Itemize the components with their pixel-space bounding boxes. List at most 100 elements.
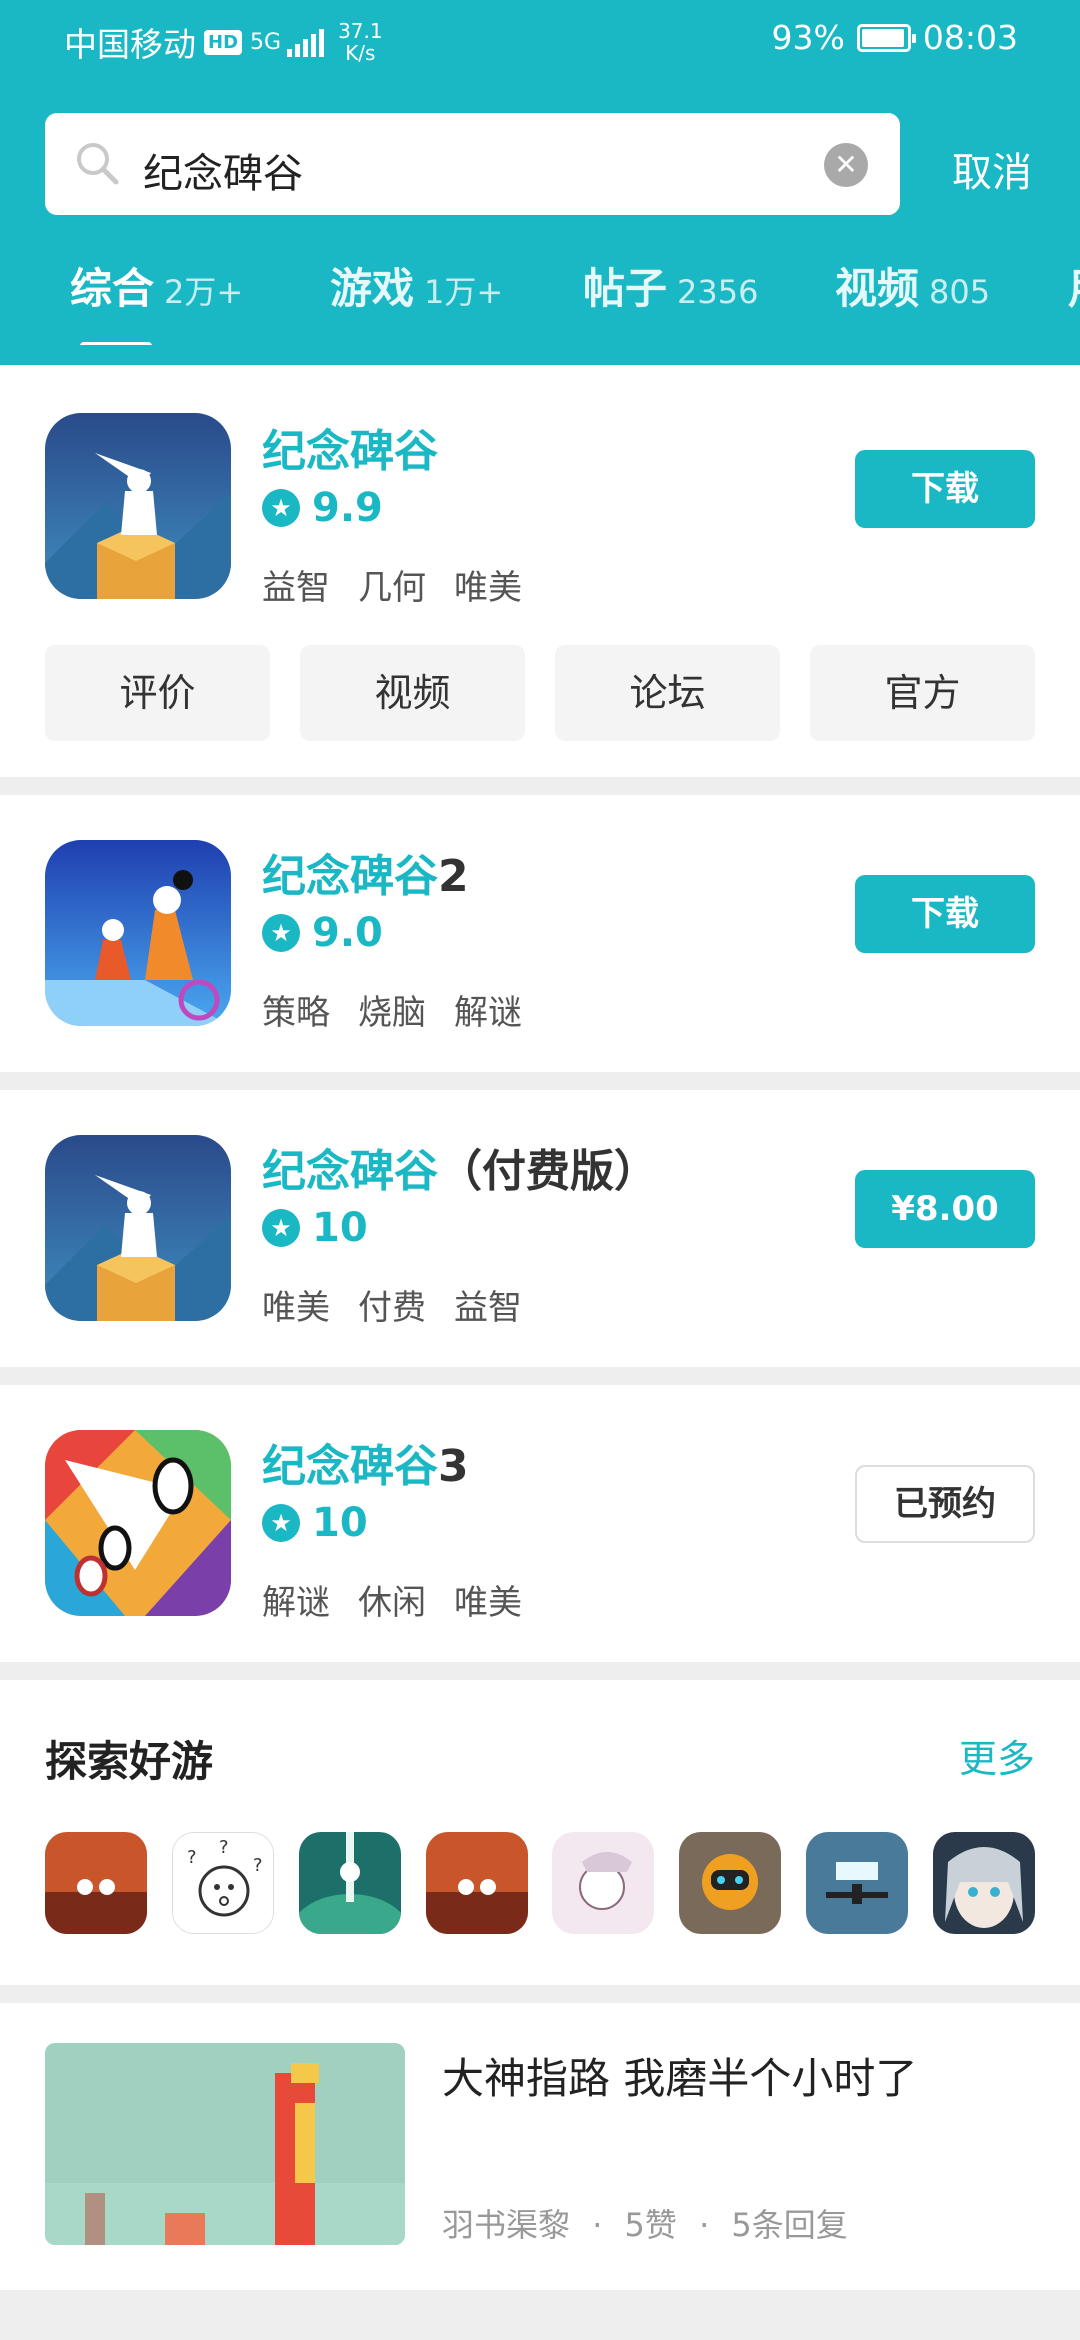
header: 中国移动 HD 5G 37.1 K/s 93% 08:03 纪念碑谷 ✕ 取消 … <box>0 0 1080 365</box>
game-thumb[interactable] <box>298 1832 401 1934</box>
app-title[interactable]: 纪念碑谷（付费版） <box>262 1135 658 1199</box>
explore-title: 探索好游 <box>45 1737 214 1786</box>
game-thumb[interactable] <box>552 1832 655 1934</box>
meta-separator: · <box>592 2206 603 2244</box>
more-link[interactable]: 更多 <box>959 1728 1035 1783</box>
app-title[interactable]: 纪念碑谷 <box>262 415 438 479</box>
app-card[interactable]: 纪念碑谷2 ★ 9.0 策略 烧脑 解谜 下载 <box>0 795 1080 1070</box>
download-button[interactable]: 下载 <box>855 875 1035 953</box>
tab-posts[interactable]: 帖子 2356 <box>583 255 758 316</box>
app-name: 纪念碑谷 <box>262 851 438 902</box>
divider <box>0 1367 1080 1385</box>
clock: 08:03 <box>922 18 1018 57</box>
tag[interactable]: 付费 <box>358 1280 426 1329</box>
reserved-button[interactable]: 已预约 <box>855 1465 1035 1543</box>
quick-link-reviews[interactable]: 评价 <box>45 645 270 741</box>
app-icon[interactable] <box>45 413 231 599</box>
app-rating: ★ 10 <box>262 1500 368 1546</box>
rating-value: 10 <box>312 1205 368 1251</box>
post-image[interactable] <box>45 2043 405 2245</box>
tag[interactable]: 唯美 <box>454 1575 522 1624</box>
status-right: 93% 08:03 <box>772 18 1018 57</box>
app-title[interactable]: 纪念碑谷2 <box>262 840 469 904</box>
app-rating: ★ 10 <box>262 1205 368 1251</box>
game-thumb[interactable] <box>45 1832 147 1934</box>
post-title[interactable]: 大神指路 我磨半个小时了 <box>442 2045 917 2106</box>
rating-value: 9.0 <box>312 910 383 956</box>
tab-count: 2356 <box>677 273 759 311</box>
search-input[interactable]: 纪念碑谷 ✕ <box>45 113 900 215</box>
download-button[interactable]: 下载 <box>855 450 1035 528</box>
explore-game-row: ??? <box>45 1832 1035 1934</box>
post-replies: 5条回复 <box>731 2206 848 2244</box>
app-name: 纪念碑谷 <box>262 426 438 477</box>
app-icon[interactable] <box>45 1430 231 1616</box>
game-thumb[interactable]: ??? <box>171 1832 274 1934</box>
tab-count: 805 <box>929 273 991 311</box>
tag[interactable]: 几何 <box>358 560 426 609</box>
signal-icon <box>287 27 325 57</box>
app-rating: ★ 9.0 <box>262 910 383 956</box>
app-card[interactable]: 纪念碑谷3 ★ 10 解谜 休闲 唯美 已预约 <box>0 1385 1080 1660</box>
tab-users[interactable]: 用 <box>1068 255 1080 316</box>
cancel-button[interactable]: 取消 <box>952 140 1032 198</box>
tag[interactable]: 策略 <box>262 985 330 1034</box>
tag[interactable]: 益智 <box>262 560 330 609</box>
game-thumb[interactable] <box>425 1832 528 1934</box>
divider <box>0 777 1080 795</box>
rating-value: 10 <box>312 1500 368 1546</box>
post-author[interactable]: 羽书渠黎 <box>442 2206 570 2244</box>
app-icon[interactable] <box>45 840 231 1026</box>
app-rating: ★ 9.9 <box>262 485 383 531</box>
network-speed: 37.1 K/s <box>338 20 383 64</box>
tag[interactable]: 解谜 <box>454 985 522 1034</box>
tab-label: 综合 <box>70 264 155 313</box>
divider <box>0 1662 1080 1680</box>
quick-link-forum[interactable]: 论坛 <box>555 645 780 741</box>
buy-button[interactable]: ¥8.00 <box>855 1170 1035 1248</box>
battery-percent: 93% <box>771 18 845 57</box>
clear-icon[interactable]: ✕ <box>824 143 868 187</box>
tag[interactable]: 解谜 <box>262 1575 330 1624</box>
app-tags: 唯美 付费 益智 <box>262 1280 522 1329</box>
active-tab-indicator <box>80 342 152 345</box>
tag[interactable]: 益智 <box>454 1280 522 1329</box>
app-title[interactable]: 纪念碑谷3 <box>262 1430 469 1494</box>
app-card[interactable]: 纪念碑谷（付费版） ★ 10 唯美 付费 益智 ¥8.00 <box>0 1090 1080 1365</box>
app-card[interactable]: 纪念碑谷 ★ 9.9 益智 几何 唯美 下载 评价 视频 论坛 官方 <box>0 365 1080 775</box>
search-query: 纪念碑谷 <box>143 151 303 197</box>
post-meta: 羽书渠黎 · 5赞 · 5条回复 <box>442 2200 848 2246</box>
tab-bar: 综合2万+ 游戏1万+ 帖子2356 视频805 用 <box>0 255 1080 345</box>
tag[interactable]: 休闲 <box>358 1575 426 1624</box>
tab-games[interactable]: 游戏 1万+ <box>330 255 503 316</box>
app-icon[interactable] <box>45 1135 231 1321</box>
app-name: 纪念碑谷 <box>262 1146 438 1197</box>
game-thumb[interactable] <box>806 1832 909 1934</box>
app-tags: 解谜 休闲 唯美 <box>262 1575 522 1624</box>
tag[interactable]: 唯美 <box>262 1280 330 1329</box>
tab-videos[interactable]: 视频 805 <box>835 255 990 316</box>
svg-text:?: ? <box>187 1847 197 1868</box>
meta-separator: · <box>699 2206 710 2244</box>
tab-label: 帖子 <box>583 264 668 313</box>
hd-badge: HD <box>204 29 243 55</box>
tab-count: 1万+ <box>424 273 504 311</box>
post-likes: 5赞 <box>624 2206 677 2244</box>
quick-link-official[interactable]: 官方 <box>810 645 1035 741</box>
tag[interactable]: 唯美 <box>454 560 522 609</box>
tag[interactable]: 烧脑 <box>358 985 426 1034</box>
app-tags: 策略 烧脑 解谜 <box>262 985 522 1034</box>
game-thumb[interactable] <box>932 1832 1035 1934</box>
quick-links: 评价 视频 论坛 官方 <box>45 645 1035 741</box>
quick-link-videos[interactable]: 视频 <box>300 645 525 741</box>
tab-all[interactable]: 综合 2万+ <box>70 255 243 316</box>
divider <box>0 2290 1080 2340</box>
star-icon: ★ <box>262 489 300 527</box>
game-thumb[interactable] <box>679 1832 782 1934</box>
tab-label: 视频 <box>835 264 920 313</box>
app-name-suffix: （付费版） <box>438 1146 658 1197</box>
speed-value: 37.1 <box>338 19 383 43</box>
app-name-suffix: 3 <box>438 1441 469 1492</box>
status-bar: 中国移动 HD 5G 37.1 K/s 93% 08:03 <box>0 0 1080 85</box>
svg-text:?: ? <box>253 1855 263 1876</box>
